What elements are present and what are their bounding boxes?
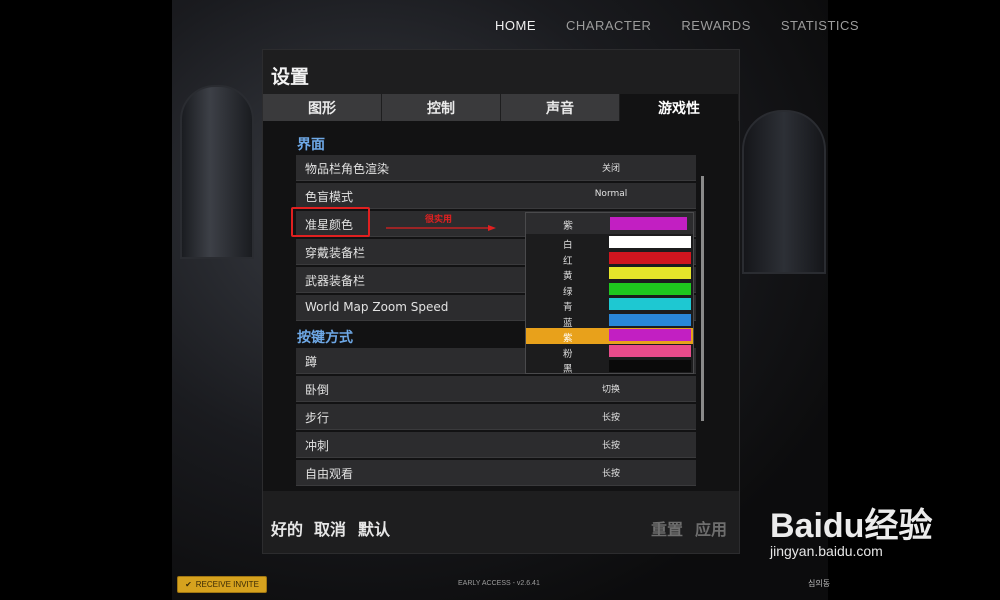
- setting-label: World Map Zoom Speed: [305, 300, 449, 314]
- setting-label: 冲刺: [305, 439, 330, 453]
- setting-row[interactable]: 自由观看 长按: [296, 460, 696, 486]
- color-swatch: [609, 251, 691, 264]
- section-keys: 按键方式: [297, 330, 353, 346]
- color-swatch: [609, 344, 691, 357]
- nav-character[interactable]: CHARACTER: [551, 18, 666, 33]
- settings-title: 设置: [271, 66, 310, 88]
- dropdown-current[interactable]: 紫: [526, 213, 693, 234]
- dropdown-option[interactable]: 黑: [526, 359, 693, 375]
- setting-label: 自由观看: [305, 467, 354, 481]
- dropdown-option-label: 绿: [563, 286, 573, 298]
- setting-value[interactable]: 长按: [586, 466, 636, 479]
- setting-label: 物品栏角色渲染: [305, 162, 390, 176]
- check-icon: ✔: [185, 580, 192, 589]
- dropdown-option-label: 白: [563, 240, 573, 251]
- watermark-url: jingyan.baidu.com: [770, 543, 883, 559]
- dropdown-option[interactable]: 绿: [526, 282, 693, 298]
- reset-button[interactable]: 重置: [651, 516, 683, 540]
- dropdown-option-label: 蓝: [563, 317, 573, 329]
- color-swatch: [609, 313, 691, 326]
- setting-row[interactable]: 物品栏角色渲染 关闭: [296, 155, 696, 181]
- tab-gameplay[interactable]: 游戏性: [620, 94, 738, 121]
- dropdown-option[interactable]: 红: [526, 251, 693, 267]
- apply-button[interactable]: 应用: [695, 516, 727, 540]
- cancel-button[interactable]: 取消: [314, 516, 346, 540]
- annotation-highlight-box: [291, 207, 370, 237]
- background-window: [742, 110, 826, 274]
- color-swatch: [609, 282, 691, 295]
- dropdown-option[interactable]: 蓝: [526, 313, 693, 329]
- version-label: EARLY ACCESS - v2.6.41: [458, 580, 540, 587]
- dropdown-option-label: 紫: [563, 333, 573, 344]
- setting-row[interactable]: 冲刺 长按: [296, 432, 696, 458]
- dropdown-option[interactable]: 青: [526, 297, 693, 313]
- receive-invite-label: RECEIVE INVITE: [195, 580, 259, 589]
- tab-controls[interactable]: 控制: [382, 94, 500, 121]
- settings-tabs: 图形 控制 声音 游戏性: [263, 94, 739, 121]
- setting-value[interactable]: 长按: [586, 438, 636, 451]
- color-swatch: [610, 217, 687, 230]
- color-swatch: [609, 298, 691, 310]
- setting-row[interactable]: 步行 长按: [296, 404, 696, 430]
- watermark-brand: Baidu经验: [770, 507, 933, 545]
- annotation-arrow-icon: [386, 225, 496, 231]
- setting-value[interactable]: Normal: [586, 189, 636, 199]
- nav-home[interactable]: HOME: [480, 18, 551, 33]
- scrollbar[interactable]: [701, 176, 704, 421]
- setting-row[interactable]: 卧倒 切换: [296, 376, 696, 402]
- setting-row[interactable]: 色盲模式 Normal: [296, 183, 696, 209]
- dropdown-option-label: 粉: [563, 348, 573, 360]
- dropdown-options: 白红黄绿青蓝紫粉黑: [526, 235, 693, 375]
- color-swatch: [609, 236, 691, 248]
- setting-value[interactable]: 长按: [586, 410, 636, 423]
- ok-button[interactable]: 好的: [271, 516, 303, 540]
- setting-label: 穿戴装备栏: [305, 246, 366, 260]
- nav-rewards[interactable]: REWARDS: [666, 18, 765, 33]
- tab-graphics[interactable]: 图形: [263, 94, 381, 121]
- dropdown-option[interactable]: 黄: [526, 266, 693, 282]
- color-swatch: [609, 267, 691, 279]
- setting-label: 步行: [305, 411, 330, 425]
- setting-label: 色盲模式: [305, 190, 354, 204]
- dropdown-option-label: 黑: [563, 364, 573, 375]
- dropdown-option-label: 青: [563, 302, 573, 313]
- dropdown-option[interactable]: 紫: [526, 328, 693, 344]
- baidu-watermark: Baidu经验 jingyan.baidu.com: [770, 498, 932, 559]
- top-navigation: HOME CHARACTER REWARDS STATISTICS: [480, 18, 874, 33]
- dropdown-option-label: 黄: [563, 271, 573, 282]
- dropdown-current-label: 紫: [563, 221, 573, 232]
- section-interface: 界面: [297, 137, 325, 153]
- color-swatch: [609, 360, 691, 372]
- background-window: [180, 85, 254, 259]
- dropdown-option[interactable]: 粉: [526, 344, 693, 360]
- settings-footer: 好的 取消 默认 重置 应用: [263, 516, 739, 546]
- setting-label: 武器装备栏: [305, 274, 366, 288]
- receive-invite-button[interactable]: ✔ RECEIVE INVITE: [177, 576, 267, 593]
- setting-label: 蹲: [305, 355, 318, 369]
- tab-sound[interactable]: 声音: [501, 94, 619, 121]
- setting-label: 卧倒: [305, 383, 330, 397]
- dropdown-option-label: 红: [563, 255, 573, 267]
- setting-value[interactable]: 切换: [586, 382, 636, 395]
- user-name: 심의동: [808, 579, 831, 588]
- crosshair-color-dropdown[interactable]: 紫 白红黄绿青蓝紫粉黑: [525, 212, 694, 375]
- default-button[interactable]: 默认: [358, 516, 390, 540]
- nav-statistics[interactable]: STATISTICS: [766, 18, 874, 33]
- dropdown-option[interactable]: 白: [526, 235, 693, 251]
- setting-value[interactable]: 关闭: [586, 161, 636, 174]
- color-swatch: [609, 329, 691, 341]
